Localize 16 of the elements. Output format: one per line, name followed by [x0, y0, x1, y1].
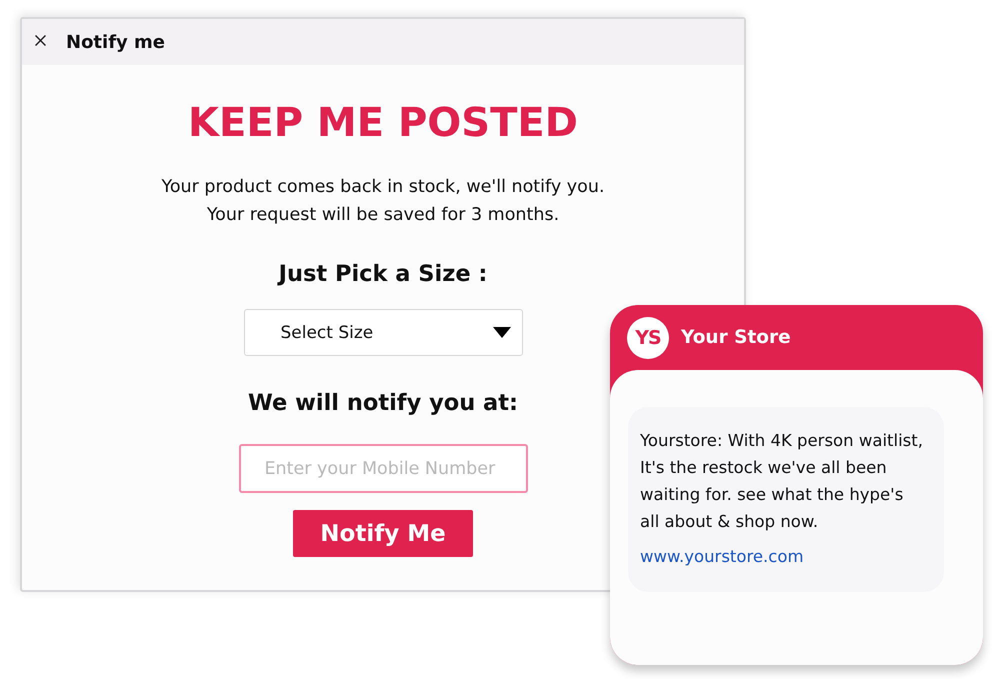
- info-text: Your product comes back in stock, we'll notify you.: [161, 176, 605, 199]
- sender-avatar: YS: [627, 316, 669, 358]
- dialog-title: Notify me: [66, 32, 165, 52]
- store-link[interactable]: www.yourstore.com: [640, 546, 804, 568]
- info-text: Your request will be saved for 3 months.: [206, 204, 560, 227]
- dropdown-value: Select Size: [280, 322, 374, 342]
- heading: KEEP ME POSTED: [188, 99, 578, 148]
- close-icon: [35, 34, 46, 46]
- caret-down-icon: [492, 327, 510, 338]
- notify-me-button[interactable]: Notify Me: [293, 510, 473, 557]
- size-dropdown[interactable]: Select Size: [244, 309, 522, 356]
- notify-label: We will notify you at:: [248, 389, 518, 418]
- sender-name: Your Store: [681, 327, 791, 348]
- mobile-number-field[interactable]: Enter your Mobile Number: [238, 444, 528, 493]
- message-text: Yourstore: With 4K person waitlist, It's the restock we've all been waiting for. see what the hype's all about & shop now.: [640, 430, 924, 533]
- size-label: Just Pick a Size :: [278, 260, 488, 289]
